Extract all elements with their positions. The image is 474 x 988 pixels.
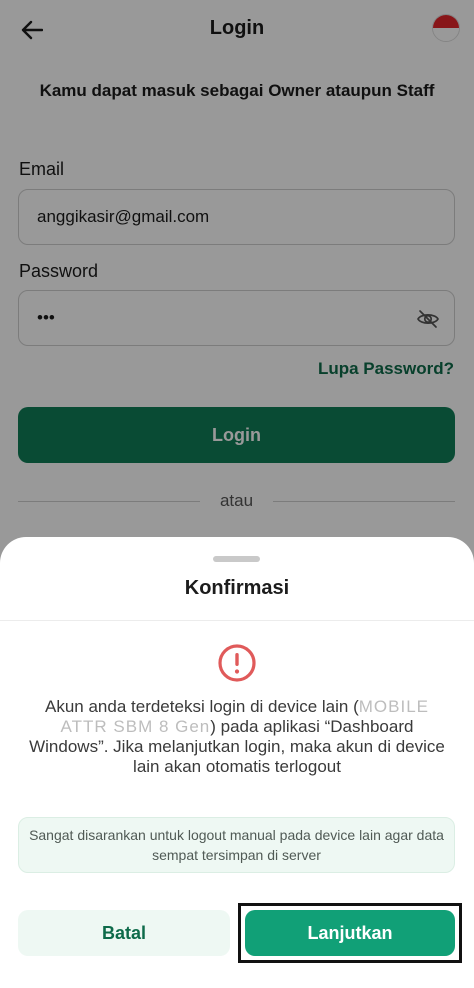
continue-button[interactable]: Lanjutkan xyxy=(245,910,455,956)
message-text-start: Akun anda terdeteksi login di device lai… xyxy=(45,697,359,716)
dialog-separator xyxy=(0,620,474,621)
info-notice: Sangat disarankan untuk logout manual pa… xyxy=(18,817,455,873)
dialog-title: Konfirmasi xyxy=(184,577,290,599)
sheet-drag-handle[interactable] xyxy=(213,556,260,562)
alert-circle-icon xyxy=(218,644,256,682)
dialog-message: Akun anda terdeteksi login di device lai… xyxy=(20,697,454,777)
confirmation-bottom-sheet: Konfirmasi Akun anda terdeteksi login di… xyxy=(0,537,474,988)
cancel-button[interactable]: Batal xyxy=(18,910,230,956)
